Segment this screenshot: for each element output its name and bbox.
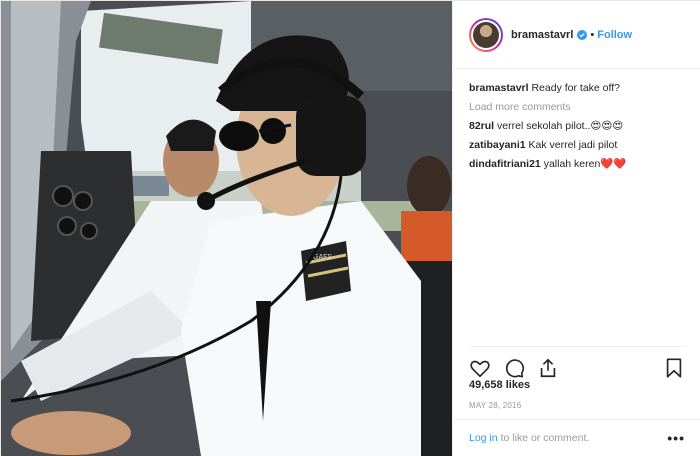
comment-item: dindafitriani21 yallah keren❤️❤️	[469, 155, 685, 174]
comment-item: 82rul verrel sekolah pilot..😍😍😍	[469, 117, 685, 136]
more-icon[interactable]: •••	[667, 430, 685, 446]
likes-count[interactable]: 49,658 likes	[469, 379, 530, 391]
caption-text: Ready for take off?	[531, 82, 620, 94]
follow-button[interactable]: Follow	[597, 29, 632, 41]
verified-icon	[577, 29, 588, 40]
post-photo[interactable]: GAFS	[1, 1, 452, 456]
bookmark-icon[interactable]	[663, 357, 685, 379]
login-link[interactable]: Log in	[469, 432, 498, 444]
share-icon[interactable]	[537, 357, 559, 379]
comment-icon[interactable]	[503, 357, 525, 379]
heart-icon[interactable]	[469, 357, 491, 379]
comment-list: bramastavrl Ready for take off? Load mor…	[453, 69, 700, 174]
caption-username[interactable]: bramastavrl	[469, 82, 529, 94]
post-date: MAY 28, 2016	[469, 401, 522, 410]
comment-item: zatibayani1 Kak verrel jadi pilot	[469, 136, 685, 155]
instagram-post: GAFS bramastavrl • Follow bramastavrl Re…	[0, 0, 700, 456]
post-footer: Log in to like or comment. •••	[453, 419, 700, 456]
comment-text: yallah keren❤️❤️	[543, 158, 627, 170]
action-bar	[469, 346, 685, 379]
epaulette-text: GAFS	[313, 254, 332, 261]
comment-text: verrel sekolah pilot..😍😍😍	[497, 120, 624, 132]
username[interactable]: bramastavrl	[511, 29, 573, 41]
comment-username[interactable]: 82rul	[469, 120, 494, 132]
avatar[interactable]	[469, 17, 503, 52]
post-sidebar: bramastavrl • Follow bramastavrl Ready f…	[452, 1, 700, 456]
comment-username[interactable]: dindafitriani21	[469, 158, 541, 170]
comment-text: Kak verrel jadi pilot	[528, 139, 618, 151]
load-more-comments-button[interactable]: Load more comments	[469, 98, 685, 117]
separator-dot: •	[590, 28, 595, 41]
caption: bramastavrl Ready for take off?	[469, 79, 685, 98]
login-prompt-text: to like or comment.	[500, 432, 590, 444]
post-header: bramastavrl • Follow	[453, 1, 700, 69]
comment-username[interactable]: zatibayani1	[469, 139, 526, 151]
